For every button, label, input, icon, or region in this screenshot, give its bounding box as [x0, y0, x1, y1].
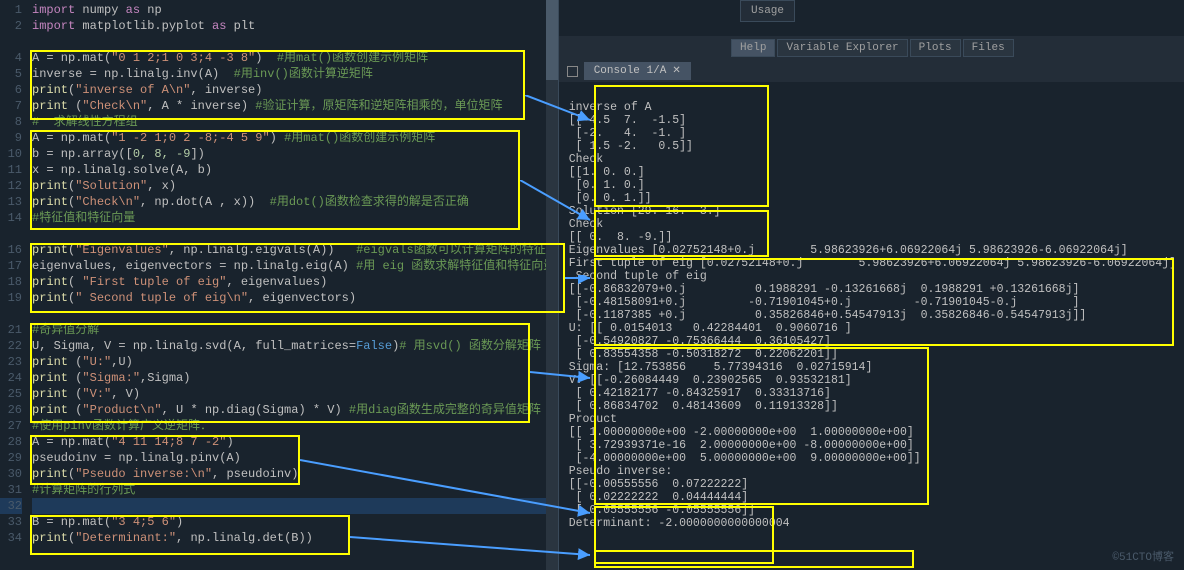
- tab-help[interactable]: Help: [731, 39, 775, 57]
- usage-label: Usage: [740, 0, 795, 22]
- panel-tabs: Help Variable Explorer Plots Files: [559, 36, 1184, 60]
- code-content[interactable]: import numpy as np import matplotlib.pyp…: [28, 2, 558, 546]
- editor-pane: 1245678910111213141617181921222324252627…: [0, 0, 559, 570]
- editor-scrollbar[interactable]: [546, 0, 558, 570]
- console-restore-icon[interactable]: [567, 66, 578, 77]
- console-output[interactable]: inverse of A [[-4.5 7. -1.5] [-2. 4. -1.…: [559, 82, 1184, 570]
- tab-variable-explorer[interactable]: Variable Explorer: [777, 39, 907, 57]
- tab-plots[interactable]: Plots: [910, 39, 961, 57]
- close-icon[interactable]: ✕: [672, 65, 680, 77]
- tab-files[interactable]: Files: [963, 39, 1014, 57]
- line-gutter: 1245678910111213141617181921222324252627…: [0, 2, 28, 546]
- console-tabbar: Console 1/A✕: [559, 60, 1184, 82]
- right-pane: Help Variable Explorer Plots Files Conso…: [559, 0, 1184, 570]
- watermark: ©51CTO博客: [1112, 548, 1174, 564]
- console-tab[interactable]: Console 1/A✕: [584, 62, 691, 80]
